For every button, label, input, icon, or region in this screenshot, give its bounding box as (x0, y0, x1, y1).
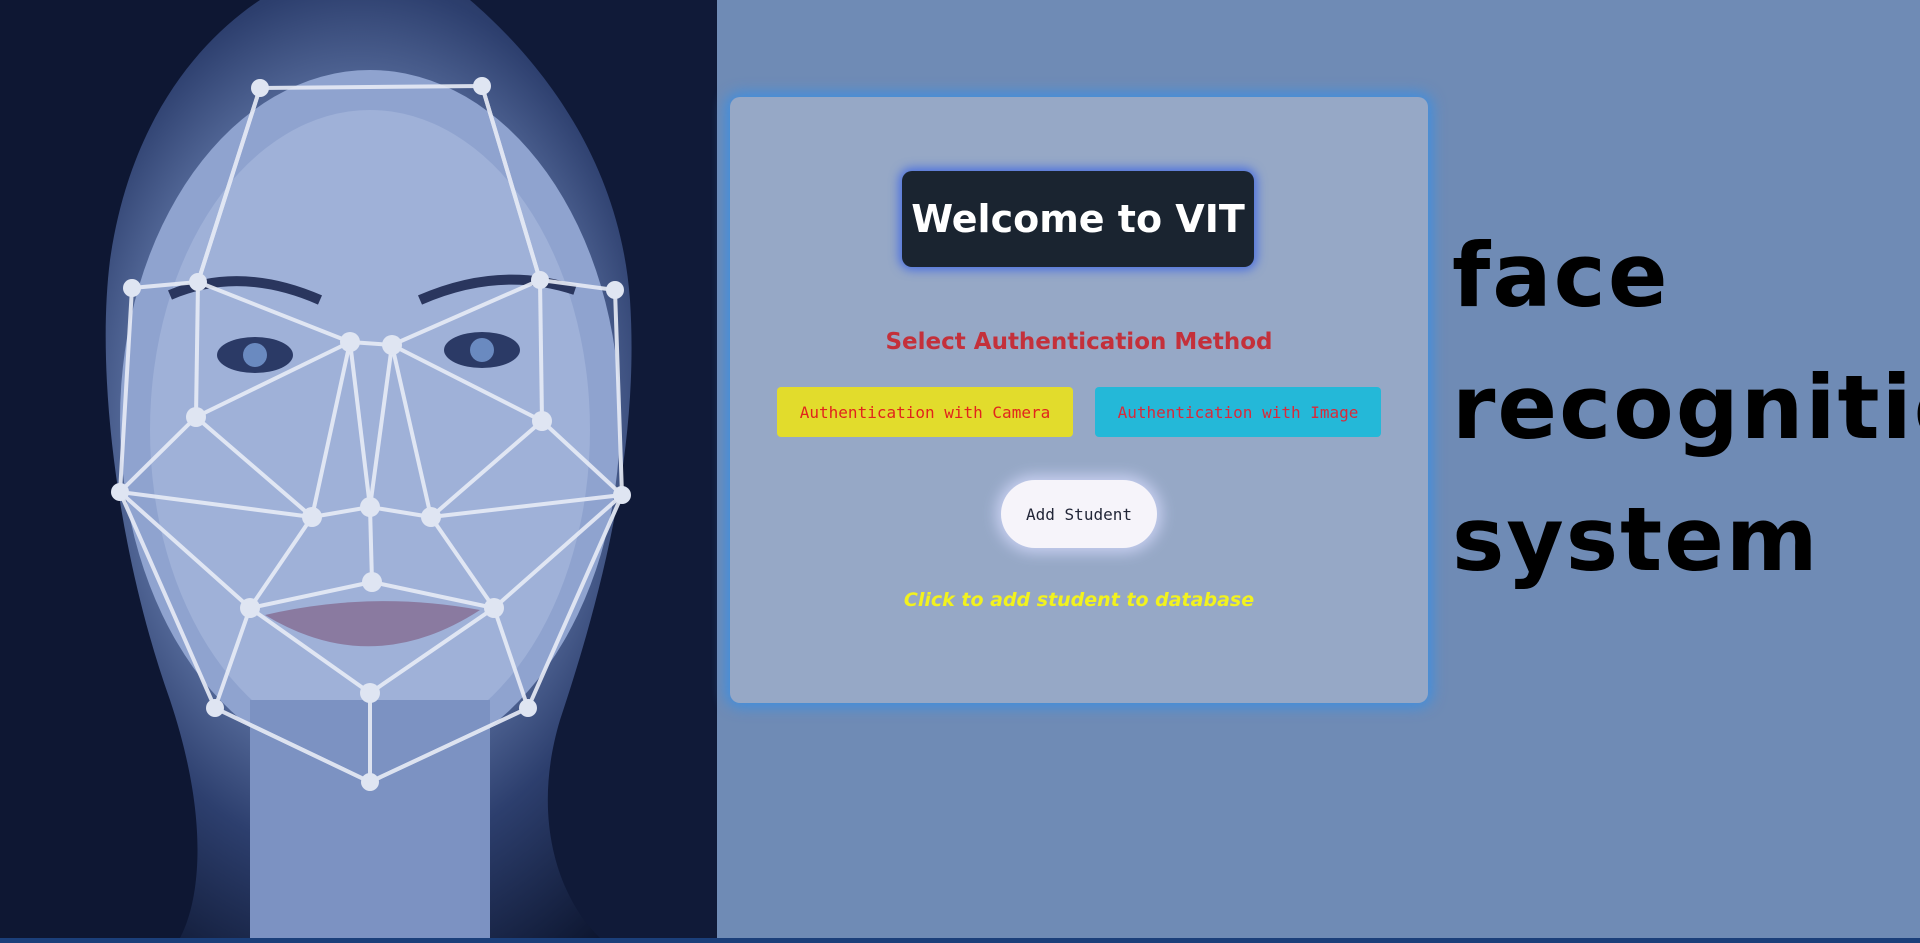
bottom-strip (0, 938, 1920, 943)
select-auth-heading: Select Authentication Method (885, 329, 1273, 355)
add-student-button[interactable]: Add Student (1001, 480, 1157, 548)
face-mesh-portrait-image (0, 0, 717, 938)
side-title: face recognition system (1452, 210, 1920, 606)
side-title-line3: system (1452, 488, 1820, 591)
auth-card: Welcome to VIT Select Authentication Met… (730, 97, 1428, 703)
auth-image-button[interactable]: Authentication with Image (1095, 387, 1381, 437)
add-student-hint: Click to add student to database (903, 589, 1255, 611)
face-mesh-icon (0, 0, 717, 938)
welcome-banner: Welcome to VIT (902, 171, 1254, 267)
side-title-line2: recognition (1452, 356, 1920, 459)
page: Welcome to VIT Select Authentication Met… (0, 0, 1920, 943)
side-title-line1: face (1452, 224, 1670, 327)
auth-camera-button[interactable]: Authentication with Camera (777, 387, 1073, 437)
